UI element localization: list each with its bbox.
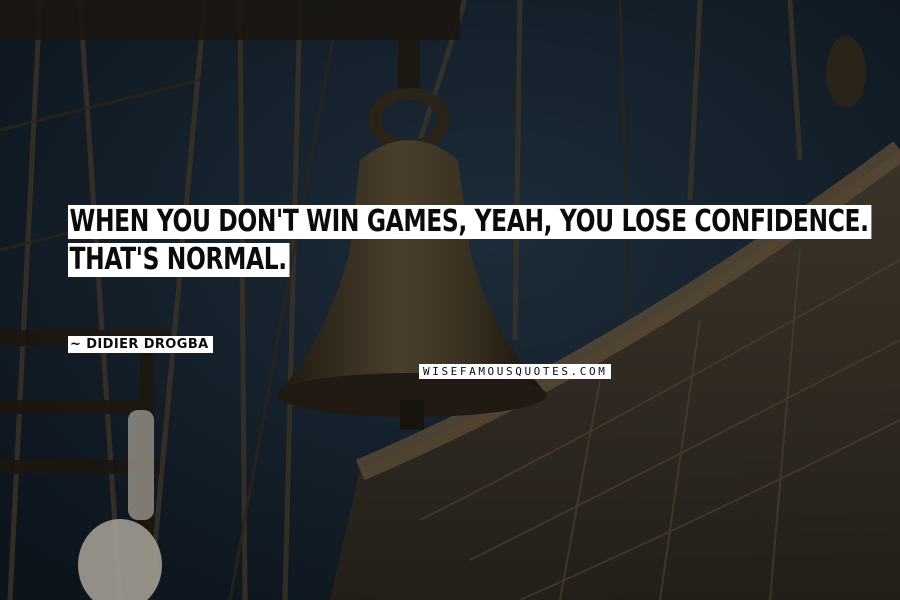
site-watermark: WISEFAMOUSQUOTES.COM <box>419 364 612 379</box>
quote-line-2: THAT'S NORMAL. <box>68 243 290 277</box>
quote-author: ~ DIDIER DROGBA <box>68 336 213 353</box>
ship-bell-background <box>0 0 900 600</box>
quote-line-1: WHEN YOU DON'T WIN GAMES, YEAH, YOU LOSE… <box>68 205 872 239</box>
quote-text: WHEN YOU DON'T WIN GAMES, YEAH, YOU LOSE… <box>68 205 872 281</box>
